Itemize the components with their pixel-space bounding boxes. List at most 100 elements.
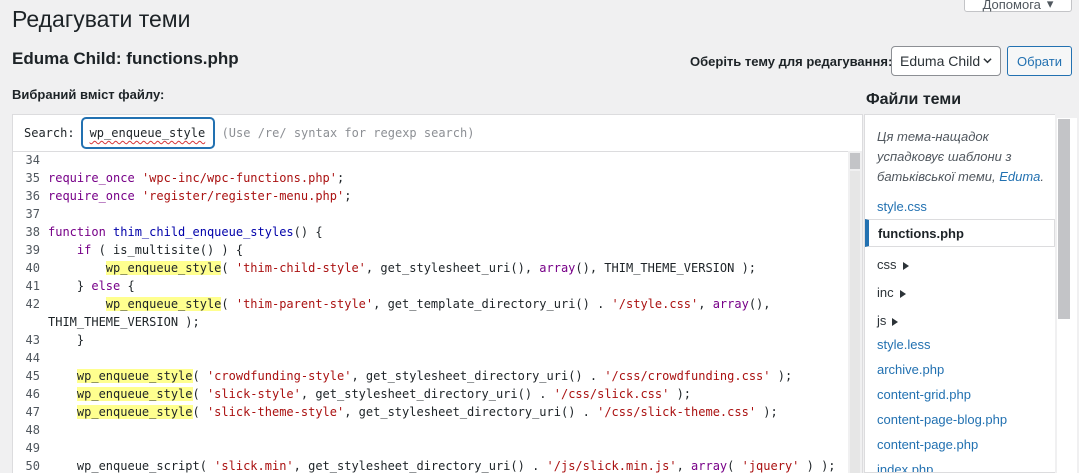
search-label: Search: bbox=[24, 126, 75, 140]
line-number: 46 bbox=[25, 387, 40, 401]
search-hint: (Use /re/ syntax for regexp search) bbox=[221, 126, 475, 140]
file-item-current[interactable]: functions.php bbox=[865, 219, 1055, 247]
line-number: 40 bbox=[25, 261, 40, 275]
code-line[interactable]: 43 } bbox=[13, 331, 848, 349]
search-input[interactable]: wp_enqueue_style bbox=[81, 118, 214, 148]
code-line[interactable]: 34 bbox=[13, 151, 848, 169]
code-text: } else { bbox=[48, 279, 135, 293]
line-number: 39 bbox=[25, 243, 40, 257]
code-text: require_once 'wpc-inc/wpc-functions.php'… bbox=[48, 171, 345, 185]
code-line[interactable]: THIM_THEME_VERSION ); bbox=[13, 313, 848, 331]
line-number: 49 bbox=[25, 441, 40, 455]
file-label: style.less bbox=[877, 337, 931, 352]
line-number: 34 bbox=[25, 153, 40, 167]
code-text: wp_enqueue_style( 'thim-parent-style', g… bbox=[105, 297, 771, 311]
file-item[interactable]: content-page-blog.php bbox=[877, 412, 1007, 427]
code-line[interactable]: 38 function thim_child_enqueue_styles() { bbox=[13, 223, 848, 241]
code-text: require_once 'register/register-menu.php… bbox=[48, 189, 352, 203]
select-theme-button[interactable]: Обрати bbox=[1007, 46, 1072, 76]
file-label: archive.php bbox=[877, 362, 945, 377]
files-scrollbar[interactable] bbox=[1055, 114, 1079, 473]
code-text: } bbox=[48, 333, 85, 347]
code-editor[interactable]: Search: wp_enqueue_style (Use /re/ synta… bbox=[12, 114, 863, 473]
help-button[interactable]: Допомога ▾ bbox=[964, 0, 1072, 12]
line-number: 37 bbox=[25, 207, 40, 221]
file-heading: Eduma Child: functions.php bbox=[12, 49, 239, 68]
code-line[interactable]: 39 if ( is_multisite() ) { bbox=[13, 241, 848, 259]
expand-arrow-icon bbox=[892, 317, 899, 326]
file-label: inc bbox=[877, 285, 894, 300]
search-bar: Search: wp_enqueue_style (Use /re/ synta… bbox=[13, 115, 862, 152]
code-line[interactable]: 47 wp_enqueue_style( 'slick-theme-style'… bbox=[13, 403, 848, 421]
file-label: content-grid.php bbox=[877, 387, 971, 402]
file-label: content-page.php bbox=[877, 437, 979, 452]
code-text: wp_enqueue_style( 'slick-theme-style', g… bbox=[76, 405, 778, 419]
file-label: style.css bbox=[877, 199, 927, 214]
line-number: 50 bbox=[25, 459, 40, 473]
code-line[interactable]: 41 } else { bbox=[13, 277, 848, 295]
code-text: wp_enqueue_script( 'slick.min', get_styl… bbox=[48, 459, 836, 473]
expand-arrow-icon bbox=[899, 289, 906, 298]
code-line[interactable]: 36 require_once 'register/register-menu.p… bbox=[13, 187, 848, 205]
code-text: if ( is_multisite() ) { bbox=[76, 243, 244, 257]
code-line[interactable]: 40 wp_enqueue_style( 'thim-child-style',… bbox=[13, 259, 848, 277]
file-item[interactable]: content-page.php bbox=[877, 437, 978, 452]
code-line[interactable]: 35 require_once 'wpc-inc/wpc-functions.ph… bbox=[13, 169, 848, 187]
line-number: 45 bbox=[25, 369, 40, 383]
folder-item[interactable]: inc bbox=[877, 285, 906, 300]
line-number: 38 bbox=[25, 225, 40, 239]
theme-select[interactable]: Eduma Child bbox=[891, 46, 1001, 76]
file-label: css bbox=[877, 257, 897, 272]
code-line[interactable]: 37 bbox=[13, 205, 848, 223]
file-label: js bbox=[877, 313, 887, 328]
file-label: functions.php bbox=[878, 225, 964, 241]
code-text: function thim_child_enqueue_styles() { bbox=[48, 225, 323, 239]
files-note-text: Ця тема-нащадок успадковує шаблони з бат… bbox=[877, 129, 1012, 184]
line-number: 36 bbox=[25, 189, 40, 203]
editor-scrollbar[interactable] bbox=[848, 151, 862, 473]
code-line[interactable]: 44 bbox=[13, 349, 848, 367]
line-number: 48 bbox=[25, 423, 40, 437]
code-line[interactable]: 50 wp_enqueue_script( 'slick.min', get_s… bbox=[13, 457, 848, 473]
search-input-value: wp_enqueue_style bbox=[89, 126, 206, 140]
line-number: 43 bbox=[25, 333, 40, 347]
file-label: index.php bbox=[877, 462, 934, 473]
file-item[interactable]: content-grid.php bbox=[877, 387, 971, 402]
code-text: THIM_THEME_VERSION ); bbox=[48, 315, 200, 329]
file-item[interactable]: style.css bbox=[877, 199, 927, 214]
code-text: wp_enqueue_style( 'slick-style', get_sty… bbox=[76, 387, 692, 401]
code-text: wp_enqueue_style( 'thim-child-style', ge… bbox=[105, 261, 757, 275]
theme-select-value: Eduma Child bbox=[900, 53, 981, 69]
editor-scrollbar-thumb[interactable] bbox=[850, 153, 860, 169]
line-number: 35 bbox=[25, 171, 40, 185]
parent-theme-link[interactable]: Eduma bbox=[999, 169, 1040, 184]
folder-item[interactable]: css bbox=[877, 257, 909, 272]
line-number: 47 bbox=[25, 405, 40, 419]
code-line[interactable]: 49 bbox=[13, 439, 848, 457]
chevron-down-icon: ▾ bbox=[1046, 0, 1054, 11]
files-note-suffix: . bbox=[1040, 169, 1045, 184]
files-panel: Ця тема-нащадок успадковує шаблони з бат… bbox=[864, 114, 1055, 473]
line-number: 41 bbox=[25, 279, 40, 293]
file-item[interactable]: style.less bbox=[877, 337, 930, 352]
files-note: Ця тема-нащадок успадковує шаблони з бат… bbox=[877, 127, 1047, 187]
code-line[interactable]: 46 wp_enqueue_style( 'slick-style', get_… bbox=[13, 385, 848, 403]
theme-select-label: Оберіть тему для редагування: bbox=[690, 54, 893, 69]
code-line[interactable]: 45 wp_enqueue_style( 'crowdfunding-style… bbox=[13, 367, 848, 385]
code-text: wp_enqueue_style( 'crowdfunding-style', … bbox=[76, 369, 793, 383]
editor-scrollbar-track bbox=[850, 171, 860, 473]
chevron-down-icon bbox=[983, 58, 992, 64]
content-label: Вибраний вміст файлу: bbox=[12, 87, 165, 102]
files-scrollbar-thumb[interactable] bbox=[1058, 119, 1070, 319]
file-item[interactable]: archive.php bbox=[877, 362, 944, 377]
file-label: content-page-blog.php bbox=[877, 412, 1008, 427]
code-line[interactable]: 42 wp_enqueue_style( 'thim-parent-style'… bbox=[13, 295, 848, 313]
expand-arrow-icon bbox=[902, 261, 909, 270]
file-item[interactable]: index.php bbox=[877, 462, 934, 473]
folder-item[interactable]: js bbox=[877, 313, 899, 328]
line-number: 44 bbox=[25, 351, 40, 365]
code-area[interactable]: 34 35 require_once 'wpc-inc/wpc-functions.… bbox=[13, 151, 848, 473]
page-title: Редагувати теми bbox=[12, 6, 191, 32]
help-label: Допомога bbox=[982, 0, 1041, 12]
code-line[interactable]: 48 bbox=[13, 421, 848, 439]
